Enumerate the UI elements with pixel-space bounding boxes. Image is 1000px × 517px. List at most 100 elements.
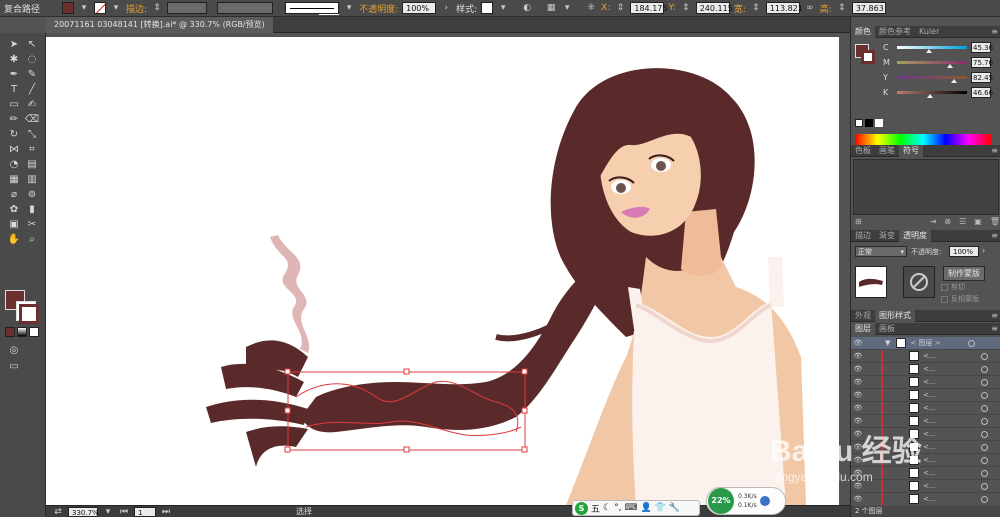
- panel-menu-icon[interactable]: ≡: [991, 310, 998, 322]
- blend-tool-icon[interactable]: ⊚: [24, 187, 40, 202]
- artboard[interactable]: [46, 37, 839, 505]
- clip-checkbox[interactable]: [941, 283, 948, 291]
- chevron-down-icon[interactable]: ▾: [78, 2, 90, 14]
- target-icon[interactable]: [981, 378, 988, 386]
- hand-tool-icon[interactable]: ✋: [6, 232, 22, 247]
- sublayer-row[interactable]: 👁 <...: [851, 402, 1000, 415]
- artboard-tool-icon[interactable]: ▣: [6, 217, 22, 232]
- target-icon[interactable]: [981, 495, 988, 503]
- black-swatch[interactable]: [865, 119, 873, 127]
- tab-brushes[interactable]: 画笔: [875, 145, 899, 157]
- none-mode-button[interactable]: [29, 327, 39, 337]
- eraser-icon[interactable]: ⌫: [24, 112, 40, 127]
- sublayer-row[interactable]: 👁 <...: [851, 428, 1000, 441]
- sublayer-row[interactable]: 👁 <...: [851, 454, 1000, 467]
- symbol-options-icon[interactable]: ☰: [959, 217, 966, 226]
- tab-stroke[interactable]: 描边: [851, 230, 875, 242]
- stepper-icon[interactable]: ⇕: [151, 2, 163, 14]
- tab-color[interactable]: 颜色: [851, 25, 875, 38]
- slider-c[interactable]: [897, 46, 967, 53]
- tab-swatches[interactable]: 色板: [851, 145, 875, 157]
- magic-wand-icon[interactable]: ✱: [6, 52, 22, 67]
- m-value-field[interactable]: 75.76: [971, 57, 993, 68]
- fill-swatch[interactable]: [62, 2, 75, 14]
- shirt-icon[interactable]: 👕: [655, 503, 666, 513]
- eye-icon[interactable]: 👁: [851, 339, 865, 347]
- last-page-icon[interactable]: ⏭: [160, 506, 172, 517]
- slice-tool-icon[interactable]: ✂: [24, 217, 40, 232]
- tab-graphic-styles[interactable]: 图形样式: [875, 309, 915, 322]
- panel-menu-icon[interactable]: ≡: [991, 230, 998, 242]
- page-field[interactable]: 1: [134, 506, 156, 517]
- eye-icon[interactable]: 👁: [851, 495, 865, 503]
- eye-icon[interactable]: 👁: [851, 456, 865, 464]
- sublayer-row[interactable]: 👁 <...: [851, 389, 1000, 402]
- c-value-field[interactable]: 45.36: [971, 42, 993, 53]
- chevron-right-icon[interactable]: ›: [982, 246, 985, 255]
- symbol-library-icon[interactable]: ⊞: [855, 217, 862, 226]
- target-icon[interactable]: [981, 456, 988, 464]
- chevron-right-icon[interactable]: ›: [440, 2, 452, 14]
- chevron-down-icon[interactable]: ▾: [497, 2, 509, 14]
- symbols-area[interactable]: [853, 159, 999, 215]
- sublayer-row[interactable]: 👁 <...: [851, 493, 1000, 505]
- target-icon[interactable]: [981, 482, 988, 490]
- screen-mode-icon[interactable]: ▭: [6, 359, 22, 374]
- break-link-icon[interactable]: ⊗: [944, 217, 951, 226]
- accelerate-icon[interactable]: [759, 496, 770, 506]
- link-icon[interactable]: ∞: [804, 2, 816, 14]
- zoom-field[interactable]: 330.7%: [68, 506, 99, 517]
- symbol-sprayer-icon[interactable]: ✿: [6, 202, 22, 217]
- eye-icon[interactable]: 👁: [851, 443, 865, 451]
- tab-symbols[interactable]: 符号: [899, 144, 923, 157]
- eye-icon[interactable]: 👁: [851, 378, 865, 386]
- free-transform-icon[interactable]: ⌗: [24, 142, 40, 157]
- network-speed-widget[interactable]: 22% 0.3K/s 0.1K/s: [706, 487, 786, 515]
- panel-menu-icon[interactable]: ≡: [991, 323, 998, 335]
- tab-layers[interactable]: 图层: [851, 322, 875, 335]
- invert-mask-checkbox[interactable]: [941, 295, 948, 303]
- h-field[interactable]: 37.863: [851, 2, 886, 14]
- stroke-swatch[interactable]: [94, 2, 107, 14]
- none-swatch[interactable]: [855, 119, 863, 127]
- eye-icon[interactable]: 👁: [851, 417, 865, 425]
- eye-icon[interactable]: 👁: [851, 391, 865, 399]
- k-value-field[interactable]: 46.66: [971, 87, 993, 98]
- canvas[interactable]: [46, 33, 850, 505]
- pen-tool-icon[interactable]: ✒: [6, 67, 22, 82]
- stepper-icon[interactable]: ⇕: [680, 2, 692, 14]
- sublayer-row[interactable]: 👁 <...: [851, 350, 1000, 363]
- tab-artboards[interactable]: 画板: [875, 323, 899, 335]
- reference-point-icon[interactable]: ⁜: [585, 2, 597, 14]
- paintbrush-icon[interactable]: ✍: [24, 97, 40, 112]
- sublayer-row[interactable]: 👁 <...: [851, 467, 1000, 480]
- place-symbol-icon[interactable]: ⇥: [930, 217, 937, 226]
- object-thumbnail[interactable]: [855, 266, 887, 298]
- target-icon[interactable]: [981, 417, 988, 425]
- delete-symbol-icon[interactable]: 🗑: [990, 217, 1000, 226]
- panel-menu-icon[interactable]: ≡: [991, 26, 998, 38]
- keyboard-icon[interactable]: ⌨: [624, 503, 637, 513]
- chevron-down-icon[interactable]: ▾: [102, 506, 114, 517]
- target-icon[interactable]: [981, 391, 988, 399]
- sublayer-row[interactable]: 👁 <...: [851, 363, 1000, 376]
- curvature-tool-icon[interactable]: ✎: [24, 67, 40, 82]
- target-icon[interactable]: [968, 339, 976, 347]
- variable-width-field[interactable]: [217, 2, 274, 14]
- white-swatch[interactable]: [875, 119, 883, 127]
- tab-transparency[interactable]: 透明度: [899, 229, 931, 242]
- gradient-tool-icon[interactable]: ▥: [24, 172, 40, 187]
- artboard-nav-icon[interactable]: ⇄: [52, 506, 64, 517]
- y-field[interactable]: 240.115: [695, 2, 733, 14]
- wrench-icon[interactable]: 🔧: [669, 503, 680, 513]
- target-icon[interactable]: [981, 430, 988, 438]
- transparency-opacity-field[interactable]: 100%: [949, 246, 979, 257]
- document-tab[interactable]: 20071161 03048141 [转换].ai* @ 330.7% (RGB…: [46, 17, 273, 33]
- stroke-style-preview[interactable]: [285, 2, 340, 14]
- first-page-icon[interactable]: ⏮: [118, 506, 130, 517]
- ime-mode-label[interactable]: 五: [591, 502, 600, 515]
- expand-triangle-icon[interactable]: ▼: [885, 339, 890, 347]
- align-icon[interactable]: ▦: [545, 2, 557, 14]
- eye-icon[interactable]: 👁: [851, 469, 865, 477]
- perspective-grid-icon[interactable]: ▤: [24, 157, 40, 172]
